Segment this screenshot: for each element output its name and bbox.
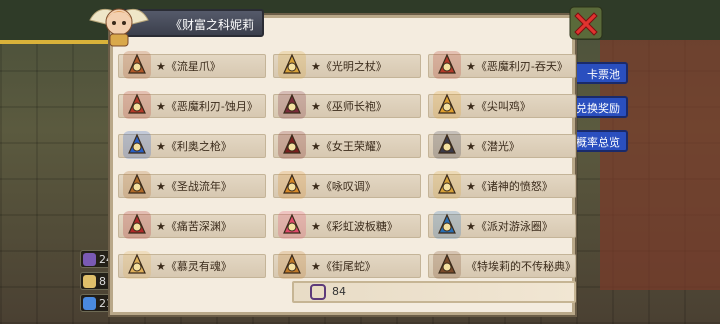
anchor-icon: [430, 208, 464, 242]
gun-icon: [120, 128, 154, 162]
claw-icon: [120, 48, 154, 82]
snake-icon: [275, 248, 309, 282]
scythe-icon: [430, 128, 464, 162]
staff-icon: [275, 48, 309, 82]
item-slot[interactable]: ★《巫师长袍》: [273, 88, 421, 124]
shield-icon: [275, 128, 309, 162]
blade-icon: [430, 48, 464, 82]
item-name: ★《痛苦深渊》: [156, 220, 232, 233]
item-slot[interactable]: ★《街尾蛇》: [273, 248, 421, 284]
side-button-label: 卡票池: [587, 68, 620, 81]
item-slot[interactable]: ★《光明之杖》: [273, 48, 421, 84]
item-slot[interactable]: ★《恶魔利刃-吞天》: [428, 48, 576, 84]
gem-icon: [83, 253, 96, 266]
item-grid: ★《流星爪》 ★《光明之杖》 ★《恶魔利刃-吞天》 ★《恶魔利刃-蚀月》 ★《巫师长袍》…: [118, 48, 576, 292]
item-slot[interactable]: ★《女王荣耀》: [273, 128, 421, 164]
side-button-pool[interactable]: 卡票池: [568, 62, 628, 84]
gift-icon: [120, 208, 154, 242]
item-slot[interactable]: ★《潜光》: [428, 128, 576, 164]
item-name: ★《巫师长袍》: [311, 100, 387, 113]
side-button-exchange[interactable]: 兑换奖励: [568, 96, 628, 118]
blade-icon: [120, 88, 154, 122]
side-button-label: 概率总览: [576, 136, 620, 149]
item-slot[interactable]: ★《彩虹波板糖》: [273, 208, 421, 244]
chicken-icon: [430, 88, 464, 122]
book-icon: [430, 248, 464, 282]
armor-icon: [120, 168, 154, 202]
lollipop-icon: [275, 208, 309, 242]
close-icon[interactable]: [568, 5, 604, 41]
item-name: ★《恶魔利刃-吞天》: [466, 60, 568, 73]
item-name: ★《女王荣耀》: [311, 140, 387, 153]
item-slot[interactable]: ★《圣战流年》: [118, 168, 266, 204]
item-slot[interactable]: ★《尖叫鸡》: [428, 88, 576, 124]
axe-icon: [275, 168, 309, 202]
item-slot[interactable]: ★《诸神的愤怒》: [428, 168, 576, 204]
item-name: ★《街尾蛇》: [311, 260, 376, 273]
spear-icon: [430, 168, 464, 202]
item-slot[interactable]: ★《派对游泳圈》: [428, 208, 576, 244]
item-name: ★《利奥之枪》: [156, 140, 232, 153]
item-name: 《特埃莉的不传秘典》: [466, 260, 576, 273]
token-icon: [310, 284, 326, 300]
item-slot[interactable]: ★《痛苦深渊》: [118, 208, 266, 244]
item-slot[interactable]: ★《慕灵有魂》: [118, 248, 266, 284]
character-name: 《财富之科妮莉: [170, 18, 255, 32]
item-name: ★《圣战流年》: [156, 180, 232, 193]
resource-value: 8: [99, 275, 106, 288]
wings-icon: [120, 248, 154, 282]
currency-value: 84: [332, 285, 346, 298]
item-slot[interactable]: ★《利奥之枪》: [118, 128, 266, 164]
currency-bar: 84: [292, 281, 576, 303]
item-name: ★《诸神的愤怒》: [466, 180, 553, 193]
robe-icon: [275, 88, 309, 122]
item-slot[interactable]: 《特埃莉的不传秘典》: [428, 248, 576, 284]
item-slot[interactable]: ★《恶魔利刃-蚀月》: [118, 88, 266, 124]
item-name: ★《光明之杖》: [311, 60, 387, 73]
item-name: ★《流星爪》: [156, 60, 221, 73]
side-button-label: 兑换奖励: [576, 102, 620, 115]
item-name: ★《潜光》: [466, 140, 520, 153]
item-slot[interactable]: ★《咏叹调》: [273, 168, 421, 204]
item-name: ★《尖叫鸡》: [466, 100, 531, 113]
item-slot[interactable]: ★《流星爪》: [118, 48, 266, 84]
reward-list-panel: ★《流星爪》 ★《光明之杖》 ★《恶魔利刃-吞天》 ★《恶魔利刃-蚀月》 ★《巫师长袍》…: [110, 15, 576, 315]
item-name: ★《恶魔利刃-蚀月》: [156, 100, 258, 113]
item-name: ★《彩虹波板糖》: [311, 220, 398, 233]
diamond-icon: [83, 297, 96, 310]
side-button-rates[interactable]: 概率总览: [568, 130, 628, 152]
ticket-icon: [83, 275, 96, 288]
item-name: ★《派对游泳圈》: [466, 220, 553, 233]
character-avatar: [89, 8, 149, 47]
item-name: ★《慕灵有魂》: [156, 260, 232, 273]
item-name: ★《咏叹调》: [311, 180, 376, 193]
